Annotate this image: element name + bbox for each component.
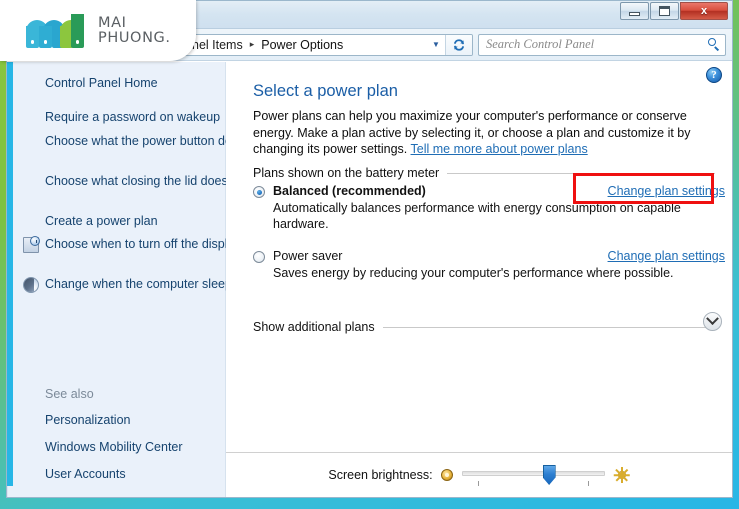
- divider: [447, 172, 715, 174]
- slider-tick: [587, 481, 589, 486]
- help-icon[interactable]: ?: [706, 67, 722, 83]
- minimize-icon: [629, 11, 640, 16]
- brand-line-2: PHUONG.: [98, 29, 171, 46]
- maximize-icon: [659, 6, 670, 16]
- window-left-accent: [7, 62, 13, 486]
- tell-me-more-link[interactable]: Tell me more about power plans: [411, 142, 588, 156]
- window-body: Control Panel Home Require a password on…: [7, 62, 732, 497]
- slider-track[interactable]: [461, 471, 605, 476]
- plan-name: Power saver: [273, 249, 343, 263]
- slider-tick: [477, 481, 479, 486]
- breadcrumb-item-1[interactable]: Power Options: [261, 38, 343, 52]
- screen-brightness-bar: Screen brightness:: [226, 452, 732, 497]
- search-icon[interactable]: [708, 38, 721, 51]
- search-input[interactable]: Search Control Panel: [478, 33, 726, 56]
- plans-group-label: Plans shown on the battery meter: [253, 166, 440, 180]
- close-button[interactable]: x: [680, 2, 728, 20]
- sleep-moon-icon: [23, 277, 39, 293]
- minimize-button[interactable]: [620, 2, 649, 20]
- divider: [382, 326, 715, 328]
- page-title: Select a power plan: [253, 82, 398, 100]
- breadcrumb-separator-icon: ▸: [249, 39, 255, 49]
- control-panel-window: x nel Items ▸ Power Options ▼ Search Con…: [6, 0, 733, 498]
- intro-paragraph: Power plans can help you maximize your c…: [253, 108, 719, 158]
- chevron-down-icon[interactable]: [703, 312, 722, 331]
- display-clock-icon: [23, 236, 40, 253]
- power-plan-balanced[interactable]: Balanced (recommended) Change plan setti…: [253, 184, 725, 232]
- sidebar: Control Panel Home Require a password on…: [7, 62, 245, 497]
- sidebar-item-personalization[interactable]: Personalization: [7, 413, 140, 428]
- power-plan-power-saver[interactable]: Power saver Change plan settings Saves e…: [253, 249, 725, 281]
- sidebar-item-label: User Accounts: [45, 467, 126, 481]
- close-icon: x: [700, 4, 708, 17]
- plan-description: Automatically balances performance with …: [273, 201, 681, 231]
- plan-description: Saves energy by reducing your computer's…: [273, 266, 674, 280]
- see-also-heading: See also: [45, 387, 94, 401]
- brightness-slider[interactable]: [461, 464, 605, 486]
- chevron-down-icon[interactable]: ▼: [427, 40, 445, 49]
- sidebar-item-label: Personalization: [45, 413, 131, 427]
- sidebar-item-label: Control Panel Home: [45, 76, 158, 90]
- maximize-button[interactable]: [650, 2, 679, 20]
- breadcrumb-item-0[interactable]: nel Items: [192, 38, 243, 52]
- radio-power-saver[interactable]: [253, 251, 265, 263]
- brand-line-1: MAI: [98, 14, 127, 31]
- main-content: ? Select a power plan Power plans can he…: [226, 62, 732, 497]
- plans-group-header: Plans shown on the battery meter: [253, 166, 715, 180]
- plan-name: Balanced (recommended): [273, 184, 426, 198]
- brand-logo-overlay: MAI PHUONG.: [0, 0, 196, 61]
- mai-phuong-logo-icon: [26, 13, 86, 48]
- refresh-icon[interactable]: [445, 34, 472, 55]
- sidebar-item-label: Windows Mobility Center: [45, 440, 183, 454]
- additional-plans-header[interactable]: Show additional plans: [253, 320, 715, 334]
- sidebar-item-windows-mobility-center[interactable]: Windows Mobility Center: [7, 440, 193, 455]
- bright-sun-icon: [613, 467, 630, 483]
- sidebar-item-user-accounts[interactable]: User Accounts: [7, 467, 136, 482]
- slider-thumb[interactable]: [542, 465, 556, 485]
- change-plan-settings-power-saver[interactable]: Change plan settings: [608, 249, 725, 263]
- chevron-glyph: [706, 312, 719, 326]
- radio-balanced[interactable]: [253, 186, 265, 198]
- brand-name: MAI PHUONG.: [98, 14, 171, 46]
- sidebar-item-control-panel-home[interactable]: Control Panel Home: [7, 76, 168, 91]
- desktop-background: x nel Items ▸ Power Options ▼ Search Con…: [0, 0, 739, 509]
- brightness-label: Screen brightness:: [328, 468, 433, 482]
- additional-plans-label: Show additional plans: [253, 320, 375, 334]
- change-plan-settings-balanced[interactable]: Change plan settings: [608, 184, 725, 198]
- window-controls: x: [619, 2, 728, 20]
- search-placeholder: Search Control Panel: [486, 37, 595, 51]
- dim-sun-icon: [440, 469, 453, 481]
